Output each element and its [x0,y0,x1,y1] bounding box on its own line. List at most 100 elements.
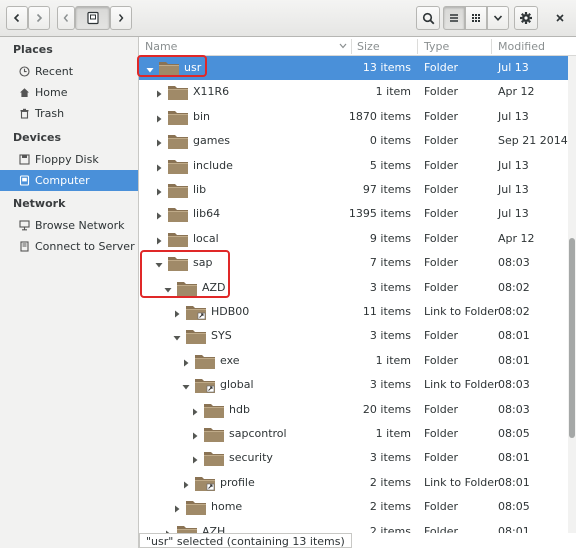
file-name: exe [220,354,240,367]
expander-closed-icon[interactable] [191,406,199,416]
file-size: 20 items [362,403,411,416]
close-button[interactable] [549,6,571,30]
sidebar-item-label: Floppy Disk [35,153,99,166]
file-name: include [193,159,233,172]
list-view-button[interactable] [443,6,465,30]
view-options-button[interactable] [487,6,509,30]
file-modified: 08:01 [498,451,530,464]
grid-view-button[interactable] [465,6,487,30]
expander-closed-icon[interactable] [182,357,190,367]
file-type: Folder [424,281,458,294]
file-size: 0 items [369,134,411,147]
expander-closed-icon[interactable] [155,235,163,245]
scrollbar-thumb[interactable] [569,238,575,438]
expander-closed-icon[interactable] [155,137,163,147]
path-left-arrow-button[interactable] [57,6,75,30]
path-computer-button[interactable] [75,6,110,30]
settings-button[interactable] [514,6,538,30]
file-row[interactable]: home 2 items Folder 08:05 [139,495,568,519]
sidebar-item-home[interactable]: Home [0,82,138,103]
expander-closed-icon[interactable] [173,503,181,513]
expander-closed-icon[interactable] [155,88,163,98]
sidebar-item-connect-to-server[interactable]: Connect to Server [0,236,138,257]
file-row[interactable]: bin 1870 items Folder Jul 13 [139,105,568,129]
sidebar-item-computer[interactable]: Computer [0,170,138,191]
file-name: home [211,500,243,513]
column-header-type[interactable]: Type [424,40,449,53]
file-modified: Jul 13 [498,183,529,196]
sidebar-item-floppy-disk[interactable]: Floppy Disk [0,149,138,170]
search-button[interactable] [416,6,440,30]
file-row[interactable]: lib 97 items Folder Jul 13 [139,178,568,202]
file-row[interactable]: exe 1 item Folder 08:01 [139,349,568,373]
file-name: global [220,378,254,391]
expander-closed-icon[interactable] [155,210,163,220]
file-type: Link to Folder [424,305,499,318]
file-type: Folder [424,256,458,269]
sidebar-header-places: Places [13,43,53,56]
file-modified: 08:05 [498,427,530,440]
expander-closed-icon[interactable] [155,113,163,123]
home-icon [18,87,30,99]
file-row[interactable]: HDB00 11 items Link to Folder 08:02 [139,300,568,324]
scrollbar[interactable] [568,56,576,533]
column-header-name[interactable]: Name [145,40,177,53]
file-modified: 08:03 [498,403,530,416]
file-row[interactable]: sapcontrol 1 item Folder 08:05 [139,422,568,446]
path-right-arrow-button[interactable] [110,6,132,30]
expander-closed-icon[interactable] [155,186,163,196]
file-name: X11R6 [193,85,230,98]
file-modified: 08:03 [498,378,530,391]
close-icon [556,14,564,22]
clock-icon [18,66,30,78]
sidebar-item-trash[interactable]: Trash [0,103,138,124]
folder-icon [185,327,207,345]
file-row[interactable]: hdb 20 items Folder 08:03 [139,398,568,422]
expander-closed-icon[interactable] [191,454,199,464]
file-modified: Jul 13 [498,159,529,172]
file-name: hdb [229,403,250,416]
file-row[interactable]: SYS 3 items Folder 08:01 [139,324,568,348]
file-size: 3 items [369,451,411,464]
file-row[interactable]: security 3 items Folder 08:01 [139,446,568,470]
file-type: Folder [424,85,458,98]
expander-closed-icon[interactable] [191,430,199,440]
folder-icon [167,108,189,126]
sidebar-item-browse-network[interactable]: Browse Network [0,215,138,236]
file-row[interactable]: profile 2 items Link to Folder 08:01 [139,471,568,495]
chevron-left-icon [13,13,20,23]
grid-view-icon [472,14,480,22]
file-type: Link to Folder [424,476,499,489]
expander-open-icon[interactable] [182,381,190,390]
file-row[interactable]: global 3 items Link to Folder 08:03 [139,373,568,397]
file-size: 3 items [369,281,411,294]
file-row[interactable]: X11R6 1 item Folder Apr 12 [139,80,568,104]
back-button[interactable] [6,6,28,30]
chevron-right-icon [118,14,124,22]
file-modified: 08:03 [498,256,530,269]
file-row[interactable]: games 0 items Folder Sep 21 2014 [139,129,568,153]
file-row[interactable]: AZH 2 items Folder 08:01 [139,520,568,533]
expander-closed-icon[interactable] [182,479,190,489]
file-size: 9 items [369,232,411,245]
file-row[interactable]: lib64 1395 items Folder Jul 13 [139,202,568,226]
file-name: AZH [202,525,226,533]
sidebar-item-recent[interactable]: Recent [0,61,138,82]
gear-icon [520,12,532,24]
network-icon [18,220,30,232]
file-size: 3 items [369,378,411,391]
expander-closed-icon[interactable] [155,162,163,172]
column-header-modified[interactable]: Modified [498,40,545,53]
file-size: 2 items [369,525,411,533]
file-modified: Jul 13 [498,110,529,123]
column-header-size[interactable]: Size [357,40,380,53]
annotation-box-sap-azd [140,250,230,298]
folder-icon [167,181,189,199]
forward-button[interactable] [28,6,50,30]
file-row[interactable]: include 5 items Folder Jul 13 [139,154,568,178]
expander-open-icon[interactable] [173,332,181,341]
expander-closed-icon[interactable] [173,308,181,318]
file-size: 2 items [369,500,411,513]
file-row[interactable]: local 9 items Folder Apr 12 [139,227,568,251]
folder-link-icon [194,474,216,492]
